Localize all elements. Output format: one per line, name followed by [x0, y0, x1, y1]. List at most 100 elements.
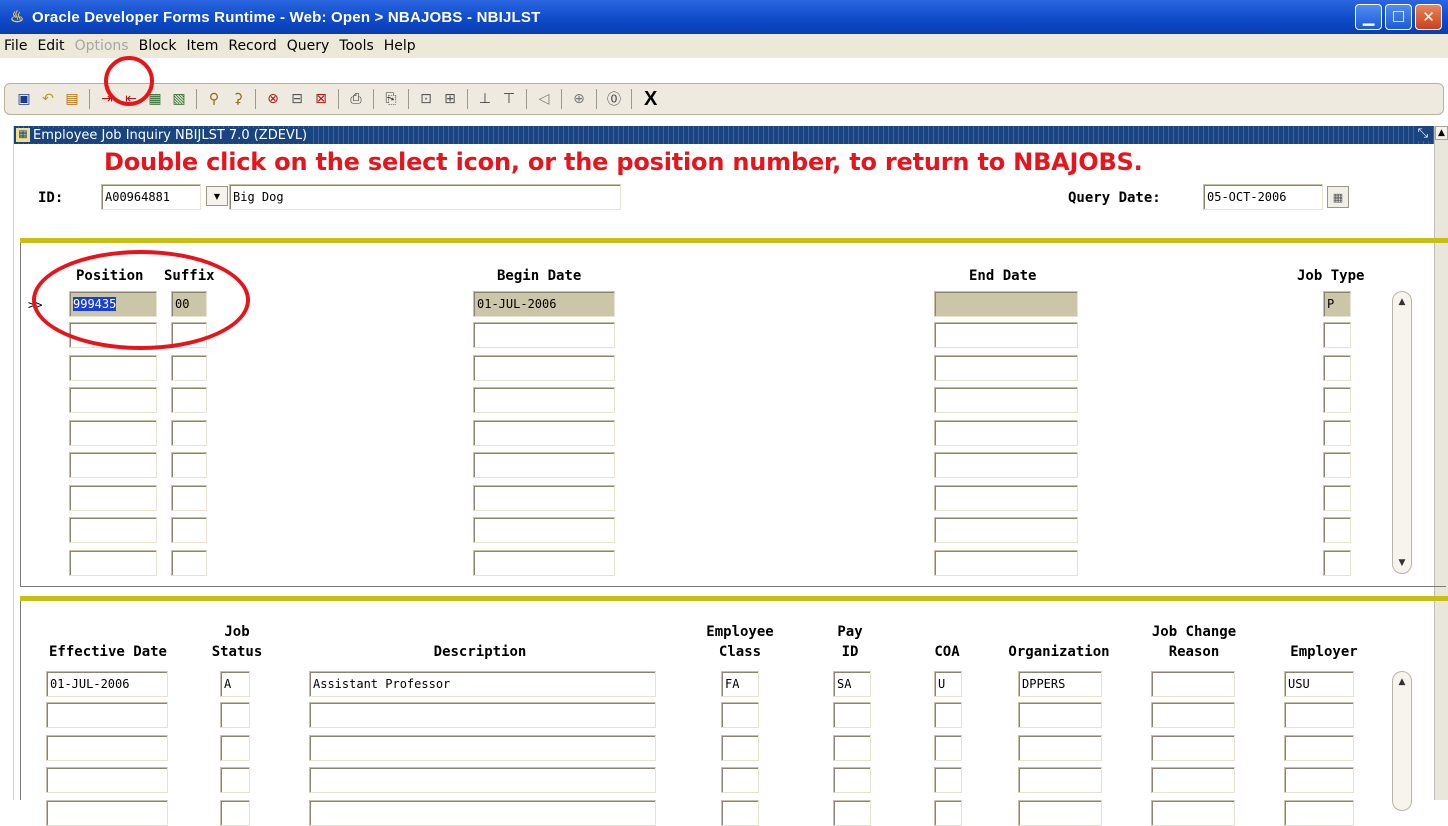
empty-detail-row-reason[interactable]	[1151, 767, 1235, 793]
positions-scrollbar[interactable]: ▲ ▼	[1392, 291, 1412, 574]
empty-position-row-suffix[interactable]	[171, 419, 207, 446]
empty-detail-row-organization[interactable]	[1018, 734, 1102, 761]
form-window-titlebar[interactable]: ▦ Employee Job Inquiry NBIJLST 7.0 (ZDEV…	[14, 126, 1448, 144]
empty-position-row-position[interactable]	[69, 452, 157, 478]
empty-position-row-job-type[interactable]	[1323, 517, 1351, 543]
empty-position-row-suffix[interactable]	[171, 549, 207, 576]
empty-detail-row-coa[interactable]	[934, 767, 962, 793]
empty-position-row-begin-date[interactable]	[473, 549, 615, 576]
empty-detail-row-employer[interactable]	[1284, 734, 1354, 761]
empty-position-row-position[interactable]	[69, 517, 157, 543]
empty-detail-row-effective-date[interactable]	[46, 702, 168, 728]
empty-detail-row-description[interactable]	[309, 734, 656, 761]
next-record-icon[interactable]: ⊤	[498, 88, 520, 110]
empty-detail-row-job-status[interactable]	[220, 767, 250, 793]
previous-item-icon[interactable]: ◁	[533, 88, 555, 110]
next-item-icon[interactable]: ⊕	[568, 88, 590, 110]
pay-id-field[interactable]: SA	[833, 671, 871, 697]
menu-block[interactable]: Block	[139, 38, 177, 54]
details-scrollbar[interactable]: ▲	[1392, 671, 1412, 811]
empty-position-row-begin-date[interactable]	[473, 517, 615, 543]
empty-position-row-begin-date[interactable]	[473, 387, 615, 413]
menu-edit[interactable]: Edit	[37, 38, 64, 54]
scroll-up-arrow-icon[interactable]: ▲	[1396, 296, 1408, 308]
empty-detail-row-effective-date[interactable]	[46, 734, 168, 761]
form-maximize-icon[interactable]: ⤡	[1413, 126, 1432, 141]
empty-detail-row-organization[interactable]	[1018, 702, 1102, 728]
empty-position-row-position[interactable]	[69, 354, 157, 381]
empty-position-row-position[interactable]	[69, 387, 157, 413]
empty-detail-row-organization[interactable]	[1018, 799, 1102, 826]
empty-detail-row-reason[interactable]	[1151, 799, 1235, 826]
form-vertical-scrollbar[interactable]: ▲	[1434, 126, 1448, 800]
cancel-query-icon[interactable]: ⊗	[262, 88, 284, 110]
select-icon[interactable]: ▤	[61, 88, 83, 110]
empty-detail-row-job-status[interactable]	[220, 734, 250, 761]
empty-position-row-begin-date[interactable]	[473, 322, 615, 348]
empty-position-row-job-type[interactable]	[1323, 419, 1351, 446]
menu-file[interactable]: File	[4, 38, 27, 54]
id-field[interactable]: A00964881	[101, 184, 201, 210]
empty-detail-row-pay-id[interactable]	[833, 799, 871, 826]
enter-query-icon[interactable]: ⚲	[203, 88, 225, 110]
empty-detail-row-coa[interactable]	[934, 734, 962, 761]
empty-detail-row-employee-class[interactable]	[721, 702, 759, 728]
empty-position-row-job-type[interactable]	[1323, 322, 1351, 348]
clear-field-icon[interactable]: ⊡	[415, 88, 437, 110]
scroll-up-arrow-icon[interactable]: ▲	[1396, 676, 1408, 688]
empty-detail-row-coa[interactable]	[934, 702, 962, 728]
job-change-reason-field[interactable]	[1151, 671, 1235, 697]
empty-position-row-suffix[interactable]	[171, 452, 207, 478]
previous-record-icon[interactable]: ⊥	[474, 88, 496, 110]
employer-field[interactable]: USU	[1284, 671, 1354, 697]
empty-position-row-suffix[interactable]	[171, 354, 207, 381]
save-icon[interactable]: ▣	[13, 88, 35, 110]
empty-position-row-begin-date[interactable]	[473, 484, 615, 511]
empty-position-row-begin-date[interactable]	[473, 354, 615, 381]
empty-detail-row-employee-class[interactable]	[721, 767, 759, 793]
help-icon[interactable]: ⓪	[603, 88, 625, 110]
description-field[interactable]: Assistant Professor	[309, 671, 656, 697]
empty-detail-row-pay-id[interactable]	[833, 767, 871, 793]
organization-field[interactable]: DPPERS	[1018, 671, 1102, 697]
empty-position-row-suffix[interactable]	[171, 517, 207, 543]
window-title-bar[interactable]: ♨ Oracle Developer Forms Runtime - Web: …	[0, 0, 1448, 34]
empty-position-row-end-date[interactable]	[934, 387, 1078, 413]
empty-detail-row-employer[interactable]	[1284, 799, 1354, 826]
empty-position-row-position[interactable]	[69, 419, 157, 446]
empty-position-row-end-date[interactable]	[934, 419, 1078, 446]
exit-button[interactable]: X	[644, 88, 657, 111]
empty-position-row-end-date[interactable]	[934, 452, 1078, 478]
options-icon[interactable]: ⎙	[345, 88, 367, 110]
query-date-field[interactable]: 05-OCT-2006	[1203, 184, 1323, 210]
empty-detail-row-description[interactable]	[309, 767, 656, 793]
empty-detail-row-job-status[interactable]	[220, 799, 250, 826]
empty-position-row-suffix[interactable]	[171, 484, 207, 511]
empty-detail-row-effective-date[interactable]	[46, 799, 168, 826]
empty-position-row-suffix[interactable]	[171, 387, 207, 413]
empty-detail-row-organization[interactable]	[1018, 767, 1102, 793]
coa-field[interactable]: U	[934, 671, 962, 697]
list-of-values-icon[interactable]: ▼	[206, 186, 228, 206]
begin-date-field[interactable]: 01-JUL-2006	[473, 291, 615, 317]
empty-detail-row-job-status[interactable]	[220, 702, 250, 728]
clear-form-icon[interactable]: ⊠	[310, 88, 332, 110]
empty-position-row-position[interactable]	[69, 484, 157, 511]
employee-class-field[interactable]: FA	[721, 671, 759, 697]
minimize-icon[interactable]: ▁	[1355, 4, 1382, 30]
rollback-icon[interactable]: ↶	[37, 88, 59, 110]
empty-detail-row-description[interactable]	[309, 799, 656, 826]
empty-position-row-end-date[interactable]	[934, 517, 1078, 543]
job-type-field[interactable]: P	[1323, 291, 1351, 317]
empty-detail-row-pay-id[interactable]	[833, 702, 871, 728]
scroll-down-arrow-icon[interactable]: ▼	[1396, 557, 1408, 569]
empty-detail-row-employer[interactable]	[1284, 702, 1354, 728]
empty-position-row-end-date[interactable]	[934, 354, 1078, 381]
maximize-icon[interactable]: ☐	[1385, 4, 1412, 30]
calendar-icon[interactable]: ▦	[1327, 186, 1349, 208]
empty-detail-row-coa[interactable]	[934, 799, 962, 826]
empty-position-row-job-type[interactable]	[1323, 452, 1351, 478]
menu-options[interactable]: Options	[75, 38, 129, 54]
menu-tools[interactable]: Tools	[339, 38, 374, 54]
scroll-up-arrow-icon[interactable]: ▲	[1435, 126, 1448, 140]
